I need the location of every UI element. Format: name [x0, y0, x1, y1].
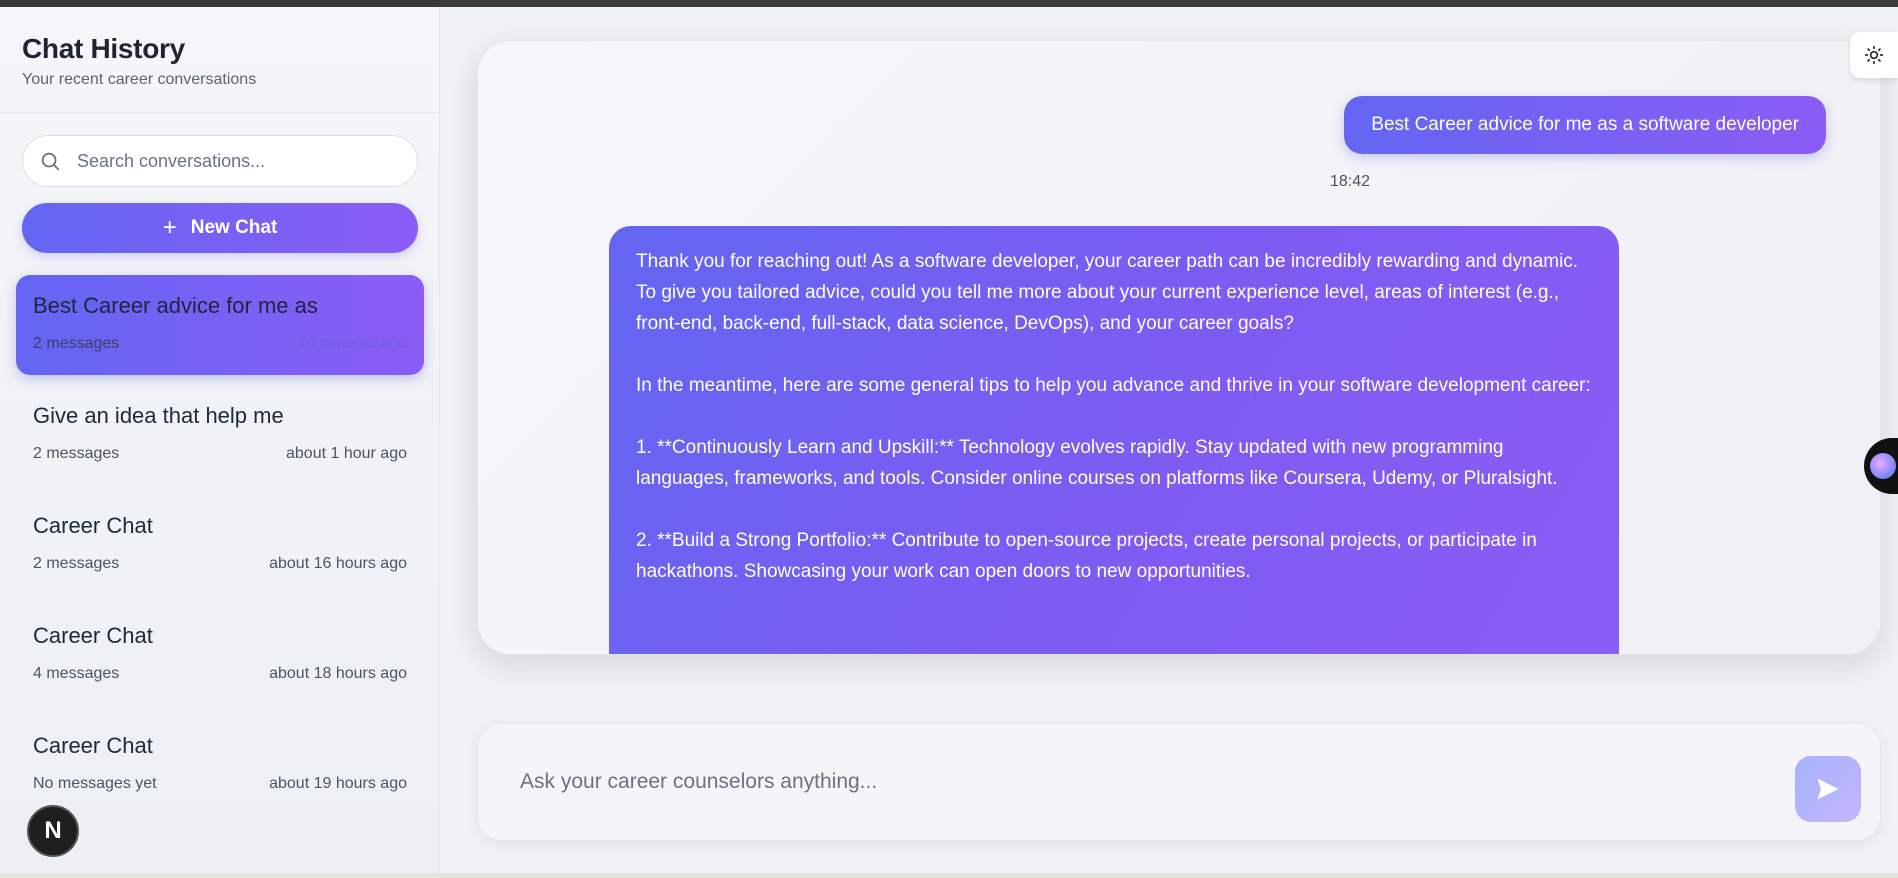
chat-messages-panel: Best Career advice for me as a software …	[477, 40, 1881, 655]
conversation-title: Best Career advice for me as	[33, 293, 318, 318]
theme-toggle-button[interactable]	[1850, 32, 1898, 78]
assistant-message-bubble: Thank you for reaching out! As a softwar…	[609, 226, 1619, 654]
plus-icon: +	[162, 214, 177, 241]
conversation-time: about 18 hours ago	[269, 665, 407, 682]
assistant-paragraph: 2. **Build a Strong Portfolio:** Contrib…	[636, 530, 1537, 582]
sidebar-subtitle: Your recent career conversations	[22, 71, 257, 88]
nextjs-dev-badge[interactable]: N	[27, 805, 79, 857]
conversation-message-count: 4 messages	[33, 665, 120, 682]
conversation-title: Career Chat	[33, 733, 153, 758]
assistant-paragraph: 1. **Continuously Learn and Upskill:** T…	[636, 437, 1558, 489]
assistant-paragraph: In the meantime, here are some general t…	[636, 375, 1591, 396]
conversation-message-count: 2 messages	[33, 445, 120, 462]
conversation-message-count: No messages yet	[33, 775, 157, 792]
sun-icon	[1864, 45, 1884, 65]
conversation-list: Best Career advice for me as 2 messages …	[16, 275, 424, 825]
assistant-paragraph: Thank you for reaching out! As a softwar…	[636, 251, 1579, 334]
search-box[interactable]	[22, 135, 418, 187]
send-icon	[1817, 778, 1839, 800]
search-icon	[41, 152, 60, 171]
conversation-time: about 19 hours ago	[269, 775, 407, 792]
page-bottom-edge	[0, 873, 1898, 878]
conversation-item[interactable]: Career Chat 2 messages about 16 hours ag…	[16, 495, 424, 595]
search-input[interactable]	[77, 150, 377, 172]
conversation-item[interactable]: Best Career advice for me as 2 messages …	[16, 275, 424, 375]
user-message-time: 18:42	[1330, 173, 1371, 190]
conversation-time: about 1 hour ago	[286, 445, 407, 462]
user-message-bubble: Best Career advice for me as a software …	[1344, 96, 1826, 154]
new-chat-button[interactable]: + New Chat	[22, 203, 418, 253]
conversation-item[interactable]: Career Chat 4 messages about 18 hours ag…	[16, 605, 424, 705]
chat-history-sidebar: Chat History Your recent career conversa…	[0, 7, 440, 878]
conversation-item[interactable]: Give an idea that help me 2 messages abo…	[16, 385, 424, 485]
conversation-title: Career Chat	[33, 623, 153, 648]
conversation-item[interactable]: Career Chat No messages yet about 19 hou…	[16, 715, 424, 815]
sidebar-header: Chat History Your recent career conversa…	[0, 7, 439, 113]
conversation-time: 10 minutes ago	[297, 335, 407, 352]
browser-top-bar	[0, 0, 1898, 7]
message-input[interactable]	[520, 760, 1720, 804]
assistant-orb-icon	[1870, 453, 1896, 479]
conversation-message-count: 2 messages	[33, 335, 120, 352]
conversation-time: about 16 hours ago	[269, 555, 407, 572]
new-chat-label: New Chat	[190, 217, 278, 238]
sidebar-title: Chat History	[22, 33, 185, 64]
send-button[interactable]	[1795, 756, 1861, 822]
conversation-message-count: 2 messages	[33, 555, 120, 572]
conversation-title: Career Chat	[33, 513, 153, 538]
nextjs-badge-label: N	[44, 817, 62, 844]
conversation-title: Give an idea that help me	[33, 403, 284, 428]
message-composer	[477, 723, 1881, 841]
